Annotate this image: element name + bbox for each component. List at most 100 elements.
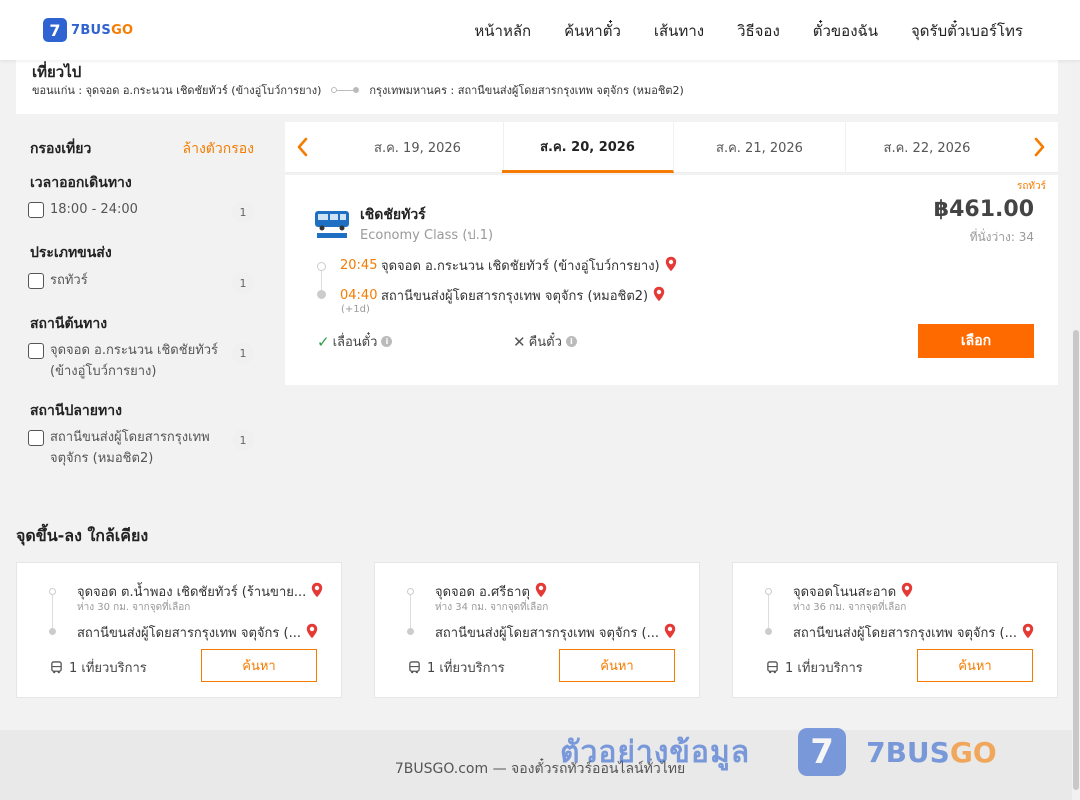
- timeline-line: [52, 595, 53, 628]
- checkbox[interactable]: [28, 343, 44, 359]
- transport-type-tag: รถทัวร์: [1016, 181, 1046, 192]
- location-pin-icon[interactable]: [535, 582, 547, 602]
- nearby-distance: ห่าง 36 กม. จากจุดที่เลือก: [793, 602, 907, 613]
- trip-count-label: 1 เที่ยวบริการ: [785, 661, 863, 676]
- filter-option-origin[interactable]: จุดจอด อ.กระนวน เชิดชัยทัวร์ (ข้างอู่โบว…: [28, 342, 254, 382]
- nearby-card: จุดจอดโนนสะอาด ห่าง 36 กม. จากจุดที่เลือ…: [732, 562, 1058, 698]
- location-pin-icon[interactable]: [1022, 623, 1034, 643]
- timeline-start-dot: [765, 588, 772, 595]
- nearby-search-button[interactable]: ค้นหา: [559, 649, 675, 682]
- filter-title: กรองเที่ยว: [30, 141, 92, 157]
- watermark-brand: 7BUSGO: [866, 736, 997, 769]
- info-icon[interactable]: i: [381, 336, 393, 347]
- nearby-from-label: จุดจอด อ.ศรีธาตุ: [435, 585, 530, 600]
- filter-group-origin-station: สถานีต้นทาง: [30, 316, 108, 332]
- location-pin-icon[interactable]: [664, 623, 676, 643]
- nearby-to: สถานีขนส่งผู้โดยสารกรุงเทพ จตุจักร (...: [793, 622, 1034, 643]
- logo-text-go: GO: [111, 22, 134, 38]
- location-pin-icon[interactable]: [901, 582, 913, 602]
- departure-time: 20:45: [340, 258, 378, 273]
- cross-icon: ✕: [513, 332, 526, 351]
- timeline-start-dot: [317, 262, 326, 271]
- logo-text-main: 7BUS: [71, 22, 112, 38]
- filter-option-transport[interactable]: รถทัวร์ 1: [28, 272, 254, 294]
- nearby-to-label: สถานีขนส่งผู้โดยสารกรุงเทพ จตุจักร (...: [77, 626, 301, 641]
- filter-option-label: รถทัวร์: [50, 273, 88, 288]
- nearby-from: จุดจอดโนนสะอาด: [793, 581, 913, 602]
- nav-pickup-points[interactable]: จุดรับตั๋วเบอร์โทร: [911, 19, 1023, 43]
- checkbox[interactable]: [28, 273, 44, 289]
- nav-home[interactable]: หน้าหลัก: [474, 19, 531, 43]
- logo-text: 7BUSGO: [71, 23, 133, 38]
- next-day-indicator: (+1d): [341, 304, 370, 315]
- filter-count-badge: 1: [232, 201, 254, 223]
- nearby-to-label: สถานีขนส่งผู้โดยสารกรุงเทพ จตุจักร (...: [793, 626, 1017, 641]
- nav-my-tickets[interactable]: ตั๋วของฉัน: [813, 19, 878, 43]
- timeline-end-dot: [765, 628, 772, 635]
- trip-count-label: 1 เที่ยวบริการ: [427, 661, 505, 676]
- timeline-line: [410, 595, 411, 628]
- filter-option-destination[interactable]: สถานีขนส่งผู้โดยสารกรุงเทพ จตุจักร (หมอช…: [28, 429, 254, 469]
- nearby-to-label: สถานีขนส่งผู้โดยสารกรุงเทพ จตุจักร (...: [435, 626, 659, 641]
- nearby-search-button[interactable]: ค้นหา: [201, 649, 317, 682]
- nearby-to: สถานีขนส่งผู้โดยสารกรุงเทพ จตุจักร (...: [77, 622, 318, 643]
- location-pin-icon[interactable]: [665, 256, 677, 276]
- operator-name: เชิดชัยทัวร์: [360, 207, 426, 223]
- bus-icon: [409, 661, 420, 674]
- nav-routes[interactable]: เส้นทาง: [654, 19, 704, 43]
- site-logo[interactable]: 7 7BUSGO: [43, 18, 133, 42]
- location-pin-icon[interactable]: [653, 286, 665, 306]
- nearby-stops-title: จุดขึ้น-ลง ใกล้เคียง: [16, 526, 149, 545]
- nearby-distance: ห่าง 30 กม. จากจุดที่เลือก: [77, 602, 191, 613]
- bus-icon: [51, 661, 62, 674]
- select-trip-button[interactable]: เลือก: [918, 324, 1034, 358]
- reschedule-label: เลื่อนตั๋ว: [332, 335, 378, 350]
- date-tab[interactable]: ส.ค. 19, 2026: [332, 122, 504, 173]
- chevron-right-icon[interactable]: [1031, 134, 1049, 160]
- arrival-stop: 04:40 สถานีขนส่งผู้โดยสารกรุงเทพ จตุจักร…: [340, 285, 665, 306]
- filter-count-badge: 1: [232, 342, 254, 364]
- watermark-brand-go: GO: [949, 735, 997, 769]
- checkbox[interactable]: [28, 430, 44, 446]
- nav-how-to-book[interactable]: วิธีจอง: [737, 19, 780, 43]
- refund-label: คืนตั๋ว: [528, 335, 562, 350]
- nearby-trip-count: 1 เที่ยวบริการ: [408, 657, 505, 678]
- date-tab-active[interactable]: ส.ค. 20, 2026: [502, 122, 674, 173]
- scrollbar-thumb[interactable]: [1073, 330, 1079, 790]
- timeline-start-dot: [49, 588, 56, 595]
- trip-origin: ขอนแก่น : จุดจอด อ.กระนวน เชิดชัยทัวร์ (…: [32, 84, 322, 97]
- main-nav: หน้าหลัก ค้นหาตั๋ว เส้นทาง วิธีจอง ตั๋วข…: [441, 19, 1023, 43]
- chevron-left-icon[interactable]: [293, 134, 311, 160]
- checkbox[interactable]: [28, 202, 44, 218]
- filter-group-departure-time: เวลาออกเดินทาง: [30, 175, 132, 191]
- timeline-start-dot: [407, 588, 414, 595]
- nearby-from: จุดจอด อ.ศรีธาตุ: [435, 581, 547, 602]
- arrival-time: 04:40: [340, 288, 378, 303]
- filter-option-time[interactable]: 18:00 - 24:00 1: [28, 201, 254, 223]
- top-header: 7 7BUSGO หน้าหลัก ค้นหาตั๋ว เส้นทาง วิธี…: [0, 0, 1080, 60]
- nav-search-tickets[interactable]: ค้นหาตั๋ว: [564, 19, 621, 43]
- trip-result-card: รถทัวร์ เชิดชัยทัวร์ Economy Class (ป.1)…: [285, 175, 1058, 385]
- route-arrow-icon: [331, 87, 360, 93]
- nearby-search-button[interactable]: ค้นหา: [917, 649, 1033, 682]
- filter-count-badge: 1: [232, 272, 254, 294]
- nearby-from: จุดจอด ต.น้ำพอง เชิดชัยทัวร์ (ร้านขาย...: [77, 581, 323, 602]
- timeline-end-dot: [49, 628, 56, 635]
- date-tab[interactable]: ส.ค. 21, 2026: [674, 122, 846, 173]
- nearby-trip-count: 1 เที่ยวบริการ: [50, 657, 147, 678]
- nearby-distance: ห่าง 34 กม. จากจุดที่เลือก: [435, 602, 549, 613]
- filter-group-transport-type: ประเภทขนส่ง: [30, 245, 112, 261]
- location-pin-icon[interactable]: [306, 623, 318, 643]
- info-icon[interactable]: i: [565, 336, 577, 347]
- date-tab[interactable]: ส.ค. 22, 2026: [841, 122, 1013, 173]
- location-pin-icon[interactable]: [311, 582, 323, 602]
- operator-logo: [313, 205, 351, 241]
- refund-policy: ✕ คืนตั๋ว i: [513, 331, 577, 352]
- scrollbar[interactable]: [1072, 60, 1080, 800]
- date-selector: ส.ค. 19, 2026 ส.ค. 20, 2026 ส.ค. 21, 202…: [285, 122, 1058, 173]
- nearby-from-label: จุดจอดโนนสะอาด: [793, 585, 897, 600]
- nearby-to: สถานีขนส่งผู้โดยสารกรุงเทพ จตุจักร (...: [435, 622, 676, 643]
- check-icon: ✓: [317, 332, 330, 351]
- filter-panel: กรองเที่ยว ล้างตัวกรอง เวลาออกเดินทาง 18…: [16, 124, 274, 484]
- clear-filters-button[interactable]: ล้างตัวกรอง: [183, 138, 254, 160]
